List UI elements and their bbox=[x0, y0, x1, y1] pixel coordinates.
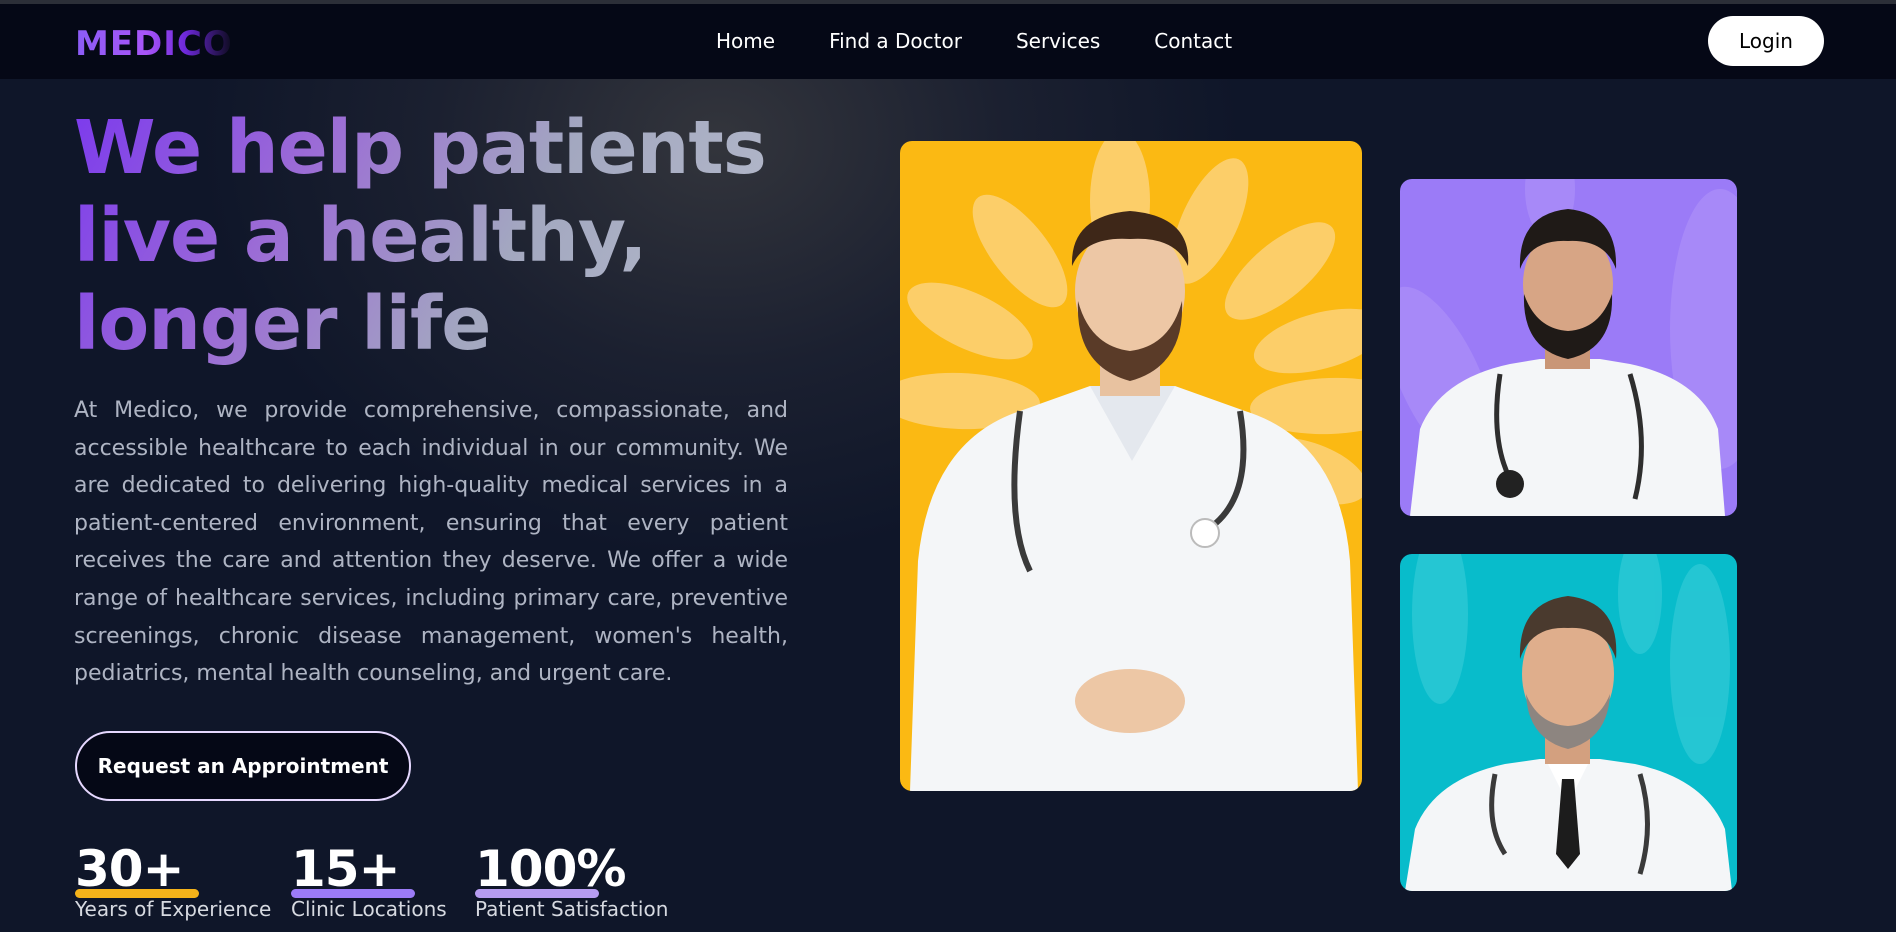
stat-value: 30+ bbox=[75, 840, 184, 898]
logo[interactable]: MEDICO bbox=[75, 24, 233, 64]
nav-link-home[interactable]: Home bbox=[716, 29, 775, 53]
stat-satisfaction: 100% Patient Satisfaction bbox=[475, 843, 668, 921]
nav-link-contact[interactable]: Contact bbox=[1154, 29, 1232, 53]
nav-link-find-a-doctor[interactable]: Find a Doctor bbox=[829, 29, 962, 53]
nav-links: Home Find a Doctor Services Contact bbox=[716, 29, 1286, 53]
doctor-card-bottom bbox=[1400, 554, 1737, 891]
headline-line-3: longer life bbox=[74, 281, 491, 367]
navbar: MEDICO Home Find a Doctor Services Conta… bbox=[0, 4, 1896, 79]
doctor-card-main bbox=[900, 141, 1362, 791]
stat-label: Clinic Locations bbox=[291, 897, 447, 921]
login-button[interactable]: Login bbox=[1708, 16, 1824, 66]
hero-headline: We help patients live a healthy, longer … bbox=[74, 104, 794, 368]
stat-value: 15+ bbox=[291, 840, 400, 898]
stat-years: 30+ Years of Experience bbox=[75, 843, 271, 921]
headline-line-2: live a healthy, bbox=[74, 193, 647, 279]
doctor-illustration-bottom bbox=[1405, 554, 1732, 891]
nav-link-services[interactable]: Services bbox=[1016, 29, 1100, 53]
request-appointment-button[interactable]: Request an Approintment bbox=[75, 731, 411, 801]
stat-value: 100% bbox=[475, 840, 626, 898]
doctor-illustration-top bbox=[1400, 179, 1737, 516]
stat-clinics: 15+ Clinic Locations bbox=[291, 843, 447, 921]
headline-line-1: We help patients bbox=[74, 105, 766, 191]
doctor-illustration-main bbox=[900, 141, 1362, 791]
doctor-card-top bbox=[1400, 179, 1737, 516]
hero-description: At Medico, we provide comprehensive, com… bbox=[74, 398, 788, 687]
stat-label: Years of Experience bbox=[75, 897, 272, 921]
stat-label: Patient Satisfaction bbox=[475, 897, 669, 921]
